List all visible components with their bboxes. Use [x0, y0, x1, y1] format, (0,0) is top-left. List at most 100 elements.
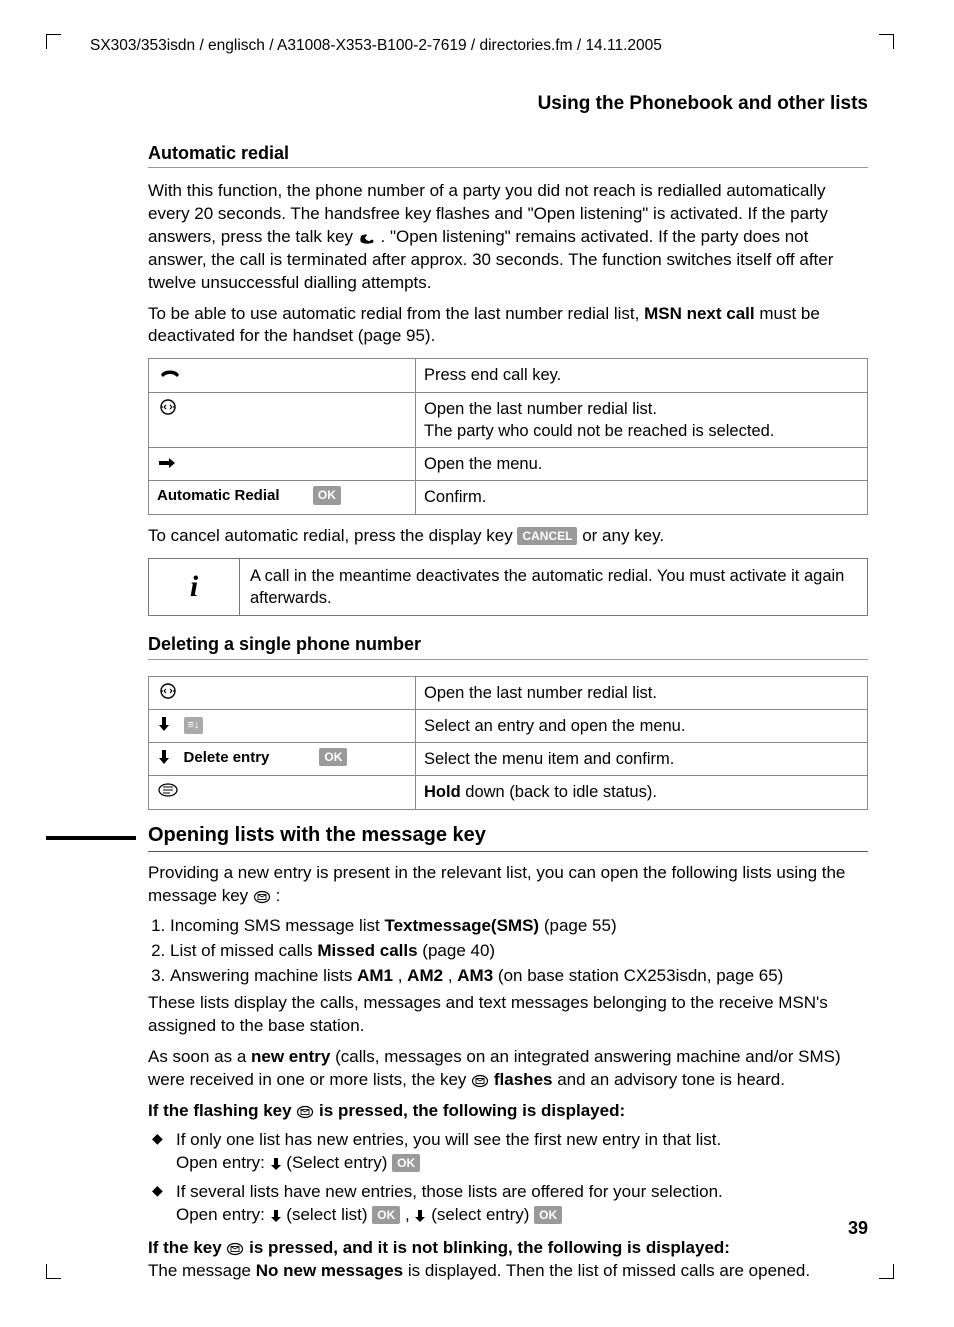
list-item: Incoming SMS message list Textmessage(SM…	[170, 915, 868, 938]
message-key-icon	[471, 1074, 489, 1088]
text: (select entry)	[431, 1205, 534, 1224]
message-key-icon	[226, 1242, 244, 1256]
condition-1-heading: If the flashing key is pressed, the foll…	[148, 1100, 868, 1123]
opening-lists-heading: Opening lists with the message key	[148, 822, 868, 852]
table-row: Open the menu.	[149, 448, 868, 481]
condition-2-heading: If the key is pressed, and it is not bli…	[148, 1237, 868, 1283]
redial-key-icon	[157, 682, 179, 700]
cancel-softkey: CANCEL	[517, 527, 577, 545]
ok-softkey: OK	[534, 1206, 562, 1224]
text: (page 40)	[422, 941, 495, 960]
text: ,	[448, 966, 457, 985]
arrow-down-icon	[157, 749, 171, 765]
text: (Select entry)	[286, 1153, 392, 1172]
crop-mark	[879, 1264, 894, 1279]
text: (on base station CX253isdn, page 65)	[498, 966, 783, 985]
text: Open entry:	[176, 1153, 270, 1172]
table-row: ≡↓ Select an entry and open the menu.	[149, 709, 868, 742]
step-label-cell: Automatic Redial OK	[149, 481, 416, 514]
content-area: Automatic redial With this function, the…	[148, 141, 868, 1283]
info-text: A call in the meantime deactivates the a…	[240, 558, 868, 616]
crop-mark	[46, 1264, 61, 1279]
text: Open entry:	[176, 1205, 270, 1224]
text: To cancel automatic redial, press the di…	[148, 526, 517, 545]
step-desc: Open the last number redial list.	[416, 676, 868, 709]
text-bold: Hold	[424, 783, 461, 801]
arrow-down-icon	[270, 1157, 282, 1171]
list-item: List of missed calls Missed calls (page …	[170, 940, 868, 963]
step-icon-cell: ≡↓	[149, 709, 416, 742]
step-desc: Open the last number redial list. The pa…	[416, 392, 868, 448]
talk-key-icon	[358, 231, 376, 245]
step-label-cell: Delete entry OK	[149, 743, 416, 776]
step-icon-cell	[149, 448, 416, 481]
message-key-icon	[253, 890, 271, 904]
menu-softkey-icon: ≡↓	[184, 717, 204, 734]
delete-single-steps-table: Open the last number redial list. ≡↓ Sel…	[148, 676, 868, 810]
text-bold: MSN next call	[644, 304, 755, 323]
text: Answering machine lists	[170, 966, 357, 985]
list-item: If only one list has new entries, you wi…	[148, 1129, 868, 1175]
step-desc: Confirm.	[416, 481, 868, 514]
text-bold: No new messages	[256, 1261, 403, 1280]
ok-softkey: OK	[392, 1154, 420, 1172]
text: (select list)	[286, 1205, 372, 1224]
opening-p2: These lists display the calls, messages …	[148, 992, 868, 1038]
step-icon-cell	[149, 392, 416, 448]
arrow-down-icon	[270, 1209, 282, 1223]
list-item: Answering machine lists AM1 , AM2 , AM3 …	[170, 965, 868, 988]
text: (page 55)	[544, 916, 617, 935]
redial-key-icon	[157, 398, 179, 416]
opening-p3: As soon as a new entry (calls, messages …	[148, 1046, 868, 1092]
step-icon-cell	[149, 359, 416, 392]
text: As soon as a	[148, 1047, 251, 1066]
text-bold: is pressed, and it is not blinking, the …	[249, 1238, 730, 1257]
step-desc: Select an entry and open the menu.	[416, 709, 868, 742]
step-icon-cell	[149, 676, 416, 709]
step-desc: Press end call key.	[416, 359, 868, 392]
text-bold: If the key	[148, 1238, 226, 1257]
text-bold: Missed calls	[317, 941, 417, 960]
step-desc: Select the menu item and confirm.	[416, 743, 868, 776]
auto-redial-steps-table: Press end call key. Open the last number…	[148, 358, 868, 514]
text-bold: new entry	[251, 1047, 330, 1066]
step-desc: Hold down (back to idle status).	[416, 776, 868, 809]
text: and an advisory tone is heard.	[557, 1070, 785, 1089]
menu-label: Automatic Redial	[157, 487, 280, 504]
text-bold: AM3	[457, 966, 493, 985]
text-bold: is pressed, the following is displayed:	[319, 1101, 625, 1120]
text: or any key.	[582, 526, 664, 545]
lists-enumeration: Incoming SMS message list Textmessage(SM…	[148, 915, 868, 988]
arrow-right-icon	[157, 456, 177, 470]
ok-softkey: OK	[313, 486, 341, 504]
end-call-icon	[157, 365, 183, 381]
menu-label: Delete entry	[184, 749, 270, 766]
text-bold: flashes	[494, 1070, 553, 1089]
page-number: 39	[848, 1216, 868, 1240]
arrow-down-icon	[157, 716, 171, 732]
cancel-redial-note: To cancel automatic redial, press the di…	[148, 525, 868, 548]
delete-single-heading: Deleting a single phone number	[148, 632, 868, 659]
text-bold: Textmessage(SMS)	[384, 916, 539, 935]
text: If only one list has new entries, you wi…	[176, 1130, 721, 1149]
text: List of missed calls	[170, 941, 317, 960]
text: If several lists have new entries, those…	[176, 1182, 723, 1201]
info-box: i A call in the meantime deactivates the…	[148, 558, 868, 617]
arrow-down-icon	[414, 1209, 426, 1223]
step-icon-cell	[149, 776, 416, 809]
ok-softkey: OK	[372, 1206, 400, 1224]
doc-header-path: SX303/353isdn / englisch / A31008-X353-B…	[90, 36, 886, 57]
crop-mark	[879, 34, 894, 49]
table-row: Open the last number redial list.	[149, 676, 868, 709]
text: ,	[398, 966, 407, 985]
crop-mark	[46, 34, 61, 49]
table-row: Press end call key.	[149, 359, 868, 392]
table-row: Automatic Redial OK Confirm.	[149, 481, 868, 514]
section-title: Using the Phonebook and other lists	[68, 91, 868, 117]
text-bold: AM2	[407, 966, 443, 985]
text: is displayed. Then the list of missed ca…	[408, 1261, 810, 1280]
opening-intro: Providing a new entry is present in the …	[148, 862, 868, 908]
text: To be able to use automatic redial from …	[148, 304, 644, 323]
list-item: If several lists have new entries, those…	[148, 1181, 868, 1227]
table-row: Open the last number redial list. The pa…	[149, 392, 868, 448]
